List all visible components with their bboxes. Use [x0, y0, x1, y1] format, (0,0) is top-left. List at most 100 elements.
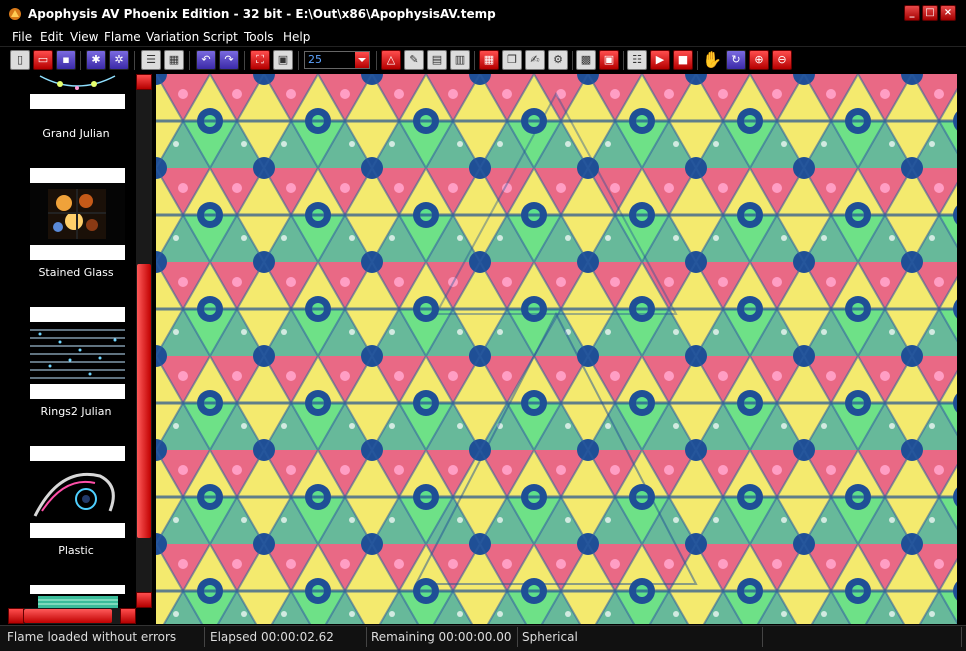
- transparency-button[interactable]: ▩: [576, 50, 596, 70]
- maximize-button[interactable]: □: [922, 5, 938, 21]
- minimize-icon: _: [909, 7, 915, 18]
- thumbnail-label: Grand Julian: [42, 127, 110, 140]
- icon-view-button[interactable]: ▦: [164, 50, 184, 70]
- toolbar-separator: [376, 51, 377, 70]
- windows-icon: ❐: [507, 53, 517, 66]
- quality-combo[interactable]: 25: [304, 51, 370, 69]
- scroll-up-arrow-icon[interactable]: [136, 74, 152, 90]
- undo-icon: ↶: [201, 53, 211, 66]
- messages-button[interactable]: ☷: [627, 50, 647, 70]
- film-icon: ▣: [603, 53, 615, 66]
- magnifier-plus-icon: ⊕: [754, 53, 764, 66]
- vertical-scroll-thumb[interactable]: [137, 264, 151, 538]
- flame-preview-canvas[interactable]: [156, 74, 957, 624]
- toolbar-separator: [298, 51, 299, 70]
- rotate-button[interactable]: ↻: [726, 50, 746, 70]
- menu-tools[interactable]: Tools: [244, 30, 274, 45]
- menu-edit[interactable]: Edit: [40, 30, 63, 45]
- thumbnail-grand-julian[interactable]: [30, 74, 125, 94]
- menu-script[interactable]: Script: [203, 30, 238, 45]
- window-title: Apophysis AV Phoenix Edition - 32 bit - …: [28, 7, 496, 21]
- edit-button[interactable]: ▣: [273, 50, 293, 70]
- messages-icon: ☷: [632, 53, 642, 66]
- run-script-button[interactable]: ▶: [650, 50, 670, 70]
- redo-icon: ↷: [224, 53, 234, 66]
- folder-icon: ▭: [37, 53, 49, 66]
- toolbar-separator: [572, 51, 573, 70]
- close-icon: ×: [943, 7, 953, 18]
- redo-button[interactable]: ↷: [219, 50, 239, 70]
- full-screen-button[interactable]: ⛶: [250, 50, 270, 70]
- chevron-down-icon[interactable]: [355, 52, 369, 68]
- hand-icon: ✋: [702, 50, 722, 69]
- thumbnail-next[interactable]: [30, 594, 125, 608]
- gears-icon: ✲: [114, 53, 124, 66]
- render-button[interactable]: ▣: [599, 50, 619, 70]
- new-file-icon: ▯: [16, 53, 24, 66]
- menu-view[interactable]: View: [70, 30, 98, 45]
- fullscreen-icon: ⛶: [256, 53, 264, 66]
- toolbar-separator: [80, 51, 81, 70]
- status-variation: Spherical: [519, 627, 763, 647]
- thumbnail-label: Rings2 Julian: [40, 405, 112, 418]
- adjust-button[interactable]: ✎: [404, 50, 424, 70]
- open-button[interactable]: ▭: [33, 50, 53, 70]
- rotate-icon: ↻: [731, 53, 741, 66]
- horizontal-scroll-thumb[interactable]: [24, 609, 112, 623]
- magnifier-minus-icon: ⊖: [777, 53, 787, 66]
- pan-button[interactable]: ✋: [702, 50, 722, 70]
- script-editor-button[interactable]: ✍: [525, 50, 545, 70]
- menu-file[interactable]: File: [12, 30, 32, 45]
- status-extra: [764, 627, 962, 647]
- thumbnail-plastic[interactable]: [30, 461, 125, 523]
- toolbar-separator: [697, 51, 698, 70]
- thumbnail-caption-bar: [30, 523, 125, 538]
- undo-button[interactable]: ↶: [196, 50, 216, 70]
- zoom-out-button[interactable]: ⊖: [772, 50, 792, 70]
- thumbnail-caption-bar: [30, 446, 125, 461]
- quality-value: 25: [308, 53, 322, 66]
- apophysis-logo-icon: [9, 8, 21, 20]
- thumbnail-caption-bar: [30, 245, 125, 260]
- mutate-button[interactable]: ✲: [109, 50, 129, 70]
- stop-script-button[interactable]: ■: [673, 50, 693, 70]
- status-elapsed: Elapsed 00:00:02.62: [207, 627, 367, 647]
- thumbnail-vertical-scrollbar[interactable]: [136, 74, 152, 608]
- close-button[interactable]: ×: [940, 5, 956, 21]
- floppy-icon: ▪: [62, 53, 70, 66]
- menu-variation[interactable]: Variation: [146, 30, 199, 45]
- wrench-icon: ⚙: [553, 53, 563, 66]
- list-view-button[interactable]: ☰: [141, 50, 161, 70]
- zoom-in-button[interactable]: ⊕: [749, 50, 769, 70]
- menu-help[interactable]: Help: [283, 30, 310, 45]
- thumbnail-horizontal-scrollbar[interactable]: [8, 608, 136, 624]
- randomize-button[interactable]: ✱: [86, 50, 106, 70]
- play-icon: ▶: [655, 53, 665, 66]
- save-button[interactable]: ▪: [56, 50, 76, 70]
- maximize-icon: □: [925, 7, 935, 18]
- scroll-right-arrow-icon[interactable]: [120, 608, 136, 624]
- thumbnail-label: Plastic: [58, 544, 94, 557]
- color-button[interactable]: ▤: [427, 50, 447, 70]
- scroll-down-arrow-icon[interactable]: [136, 592, 152, 608]
- title-bar: Apophysis AV Phoenix Edition - 32 bit - …: [0, 0, 966, 30]
- flame-list[interactable]: Grand Julian Stained Glass Rings2 Julian: [8, 74, 152, 608]
- toolbar-separator: [189, 51, 190, 70]
- menu-flame[interactable]: Flame: [104, 30, 141, 45]
- mutation-button[interactable]: ▦: [479, 50, 499, 70]
- minimize-button[interactable]: _: [904, 5, 920, 21]
- gradient-button[interactable]: ▥: [450, 50, 470, 70]
- editor-button[interactable]: △: [381, 50, 401, 70]
- thumbnail-stained-glass[interactable]: [30, 183, 125, 245]
- new-button[interactable]: ▯: [10, 50, 30, 70]
- status-bar: Flame loaded without errors Elapsed 00:0…: [0, 625, 966, 651]
- toolbar-separator: [134, 51, 135, 70]
- transform-button[interactable]: ❐: [502, 50, 522, 70]
- gear-icon: ✱: [91, 53, 101, 66]
- pencil-icon: ✎: [409, 53, 419, 66]
- options-button[interactable]: ⚙: [548, 50, 568, 70]
- scroll-left-arrow-icon[interactable]: [8, 608, 24, 624]
- toolbar-separator: [474, 51, 475, 70]
- thumbnail-rings2-julian[interactable]: [30, 322, 125, 384]
- list-icon: ☰: [146, 53, 156, 66]
